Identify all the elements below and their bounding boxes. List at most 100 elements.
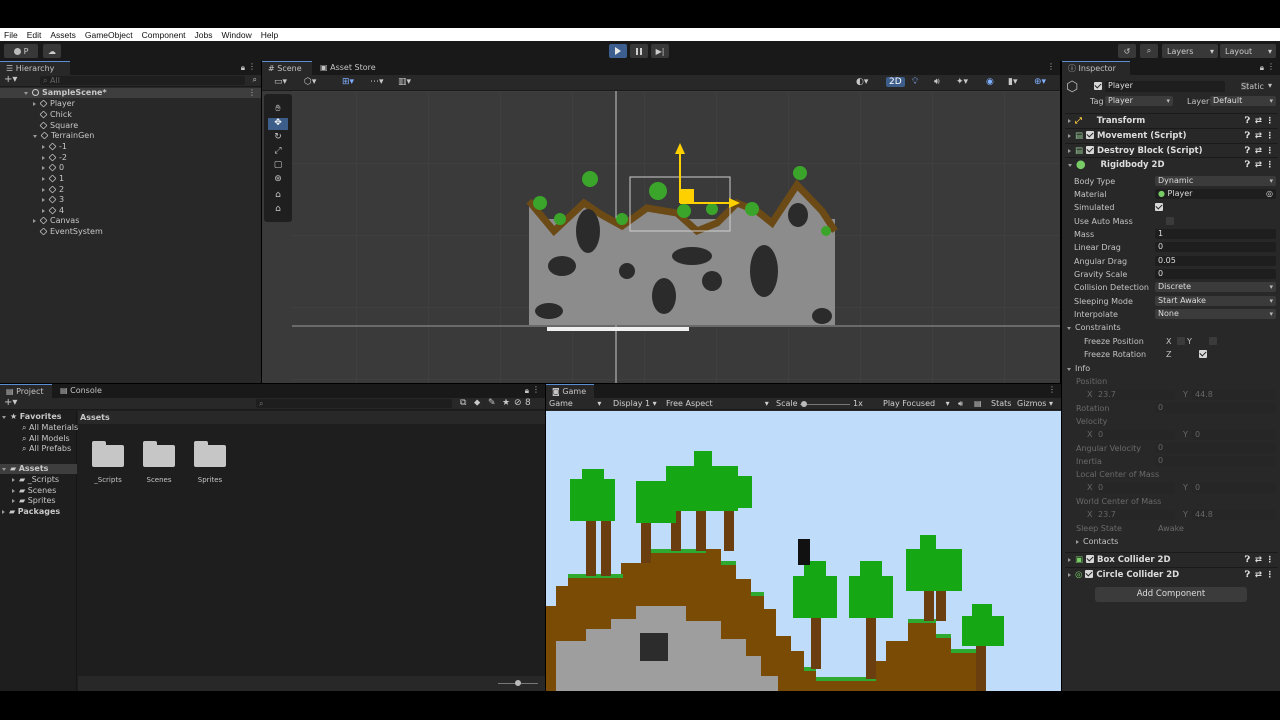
snap-icon[interactable]: ⋯▾ <box>370 77 384 87</box>
game-mode-dropdown[interactable]: Game ▾ <box>549 398 601 410</box>
rotate-tool-icon[interactable]: ↻ <box>268 132 288 144</box>
expand-icon[interactable] <box>2 510 5 514</box>
hierarchy-item-eventsystem[interactable]: EventSystem <box>39 227 103 237</box>
more-icon[interactable]: ⋮ <box>1266 568 1275 582</box>
hierarchy-item-1[interactable]: 1 <box>42 174 64 184</box>
folder-scripts-icon[interactable] <box>92 441 124 467</box>
expand-icon[interactable] <box>33 135 37 138</box>
scene-search-icon[interactable]: ⌕ <box>253 75 257 85</box>
draw-mode-icon[interactable]: ▭▾ <box>274 77 287 87</box>
hidden-packages-icon[interactable]: ⊘ <box>514 398 522 408</box>
menu-file[interactable]: File <box>4 30 18 40</box>
lock-icon[interactable]: 🔒︎ <box>241 63 245 73</box>
more-icon[interactable]: ⋮ <box>1048 385 1056 394</box>
tree-all-materials[interactable]: ⌕ All Materials <box>22 423 78 433</box>
tree-assets[interactable]: ▰ Assets <box>0 464 77 474</box>
hierarchy-item-2[interactable]: 2 <box>42 185 64 195</box>
effects-icon[interactable]: ✦▾ <box>956 77 968 87</box>
info-foldout[interactable]: Info <box>1067 364 1090 373</box>
more-icon[interactable]: ⋮ <box>1267 62 1275 71</box>
gravity-scale-input[interactable]: 0 <box>1155 269 1276 279</box>
preset-icon[interactable]: ⇄ <box>1255 158 1262 172</box>
camera-icon[interactable]: ▮▾ <box>1008 77 1017 87</box>
tag-dropdown[interactable]: Player <box>1105 96 1173 106</box>
favorite-icon[interactable]: ★ <box>502 398 510 408</box>
expand-icon[interactable] <box>42 145 45 149</box>
view-options-icon[interactable]: ⬡▾ <box>304 77 316 87</box>
target-icon[interactable]: ◎ <box>1266 189 1273 199</box>
hand-tool-icon[interactable]: ✋︎ <box>268 104 288 116</box>
layer-dropdown[interactable]: Default <box>1210 96 1276 106</box>
freeze-pos-x-checkbox[interactable] <box>1176 337 1185 345</box>
expand-icon[interactable] <box>42 156 45 160</box>
expand-icon[interactable] <box>1067 368 1071 371</box>
2d-toggle[interactable]: 2D <box>886 77 905 87</box>
auto-mass-checkbox[interactable] <box>1165 217 1174 225</box>
help-icon[interactable]: ❓︎ <box>1245 553 1250 567</box>
enabled-checkbox[interactable] <box>1086 131 1094 139</box>
enabled-checkbox[interactable] <box>1086 146 1094 154</box>
rect-tool-icon[interactable]: ▢ <box>268 160 288 172</box>
more-icon[interactable]: ⋮ <box>1266 114 1275 128</box>
hierarchy-item-terraingen[interactable]: TerrainGen <box>33 131 94 141</box>
expand-icon[interactable] <box>42 188 45 192</box>
expand-icon[interactable] <box>33 102 36 106</box>
expand-icon[interactable] <box>12 489 15 493</box>
mass-input[interactable]: 1 <box>1155 229 1276 239</box>
preset-icon[interactable]: ⇄ <box>1255 553 1262 567</box>
stats-button[interactable]: Stats <box>991 398 1011 410</box>
scale-tool-icon[interactable]: ⤢ <box>268 146 288 158</box>
hierarchy-item-minus2[interactable]: -2 <box>42 153 67 163</box>
folder-scenes-icon[interactable] <box>143 441 175 467</box>
component-rigidbody2d[interactable]: ⬤ Rigidbody 2D ❓︎ ⇄ ⋮ <box>1065 157 1278 171</box>
component-box-collider[interactable]: ▣ Box Collider 2D ❓︎ ⇄ ⋮ <box>1065 552 1278 566</box>
simulated-checkbox[interactable] <box>1155 203 1163 211</box>
hierarchy-item-canvas[interactable]: Canvas <box>33 216 79 226</box>
project-search-input[interactable]: ⌕ <box>256 399 452 408</box>
account-button[interactable]: P <box>4 44 38 58</box>
tab-scene[interactable]: # Scene <box>262 61 312 75</box>
hierarchy-item-minus1[interactable]: -1 <box>42 142 67 152</box>
collision-detection-dropdown[interactable]: Discrete <box>1155 282 1276 292</box>
lock-icon[interactable]: 🔒︎ <box>1260 63 1264 73</box>
menu-component[interactable]: Component <box>142 30 186 40</box>
expand-icon[interactable] <box>33 219 36 223</box>
layers-dropdown[interactable]: Layers ▾ <box>1162 44 1218 58</box>
hierarchy-item-player[interactable]: Player <box>33 99 75 109</box>
material-field[interactable]: ● Player ◎ <box>1155 189 1276 199</box>
more-icon[interactable]: ⋮ <box>248 88 256 98</box>
expand-icon[interactable] <box>42 209 45 213</box>
tree-scripts[interactable]: ▰ _Scripts <box>12 475 59 485</box>
expand-icon[interactable] <box>1068 149 1071 153</box>
tab-inspector[interactable]: ⓘ Inspector <box>1062 61 1130 75</box>
menu-window[interactable]: Window <box>222 30 252 40</box>
contacts-foldout[interactable]: Contacts <box>1076 537 1118 546</box>
help-icon[interactable]: ❓︎ <box>1245 114 1250 128</box>
menu-jobs[interactable]: Jobs <box>195 30 213 40</box>
active-checkbox[interactable] <box>1094 82 1102 90</box>
cloud-button[interactable]: ☁ <box>43 44 61 58</box>
menu-gameobject[interactable]: GameObject <box>85 30 133 40</box>
menu-edit[interactable]: Edit <box>27 30 42 40</box>
tab-hierarchy[interactable]: ☰ Hierarchy <box>0 61 70 75</box>
component-movement[interactable]: ▤ Movement (Script) ❓︎ ⇄ ⋮ <box>1065 128 1278 142</box>
menu-assets[interactable]: Assets <box>50 30 76 40</box>
shading-icon[interactable]: ◐▾ <box>856 77 868 87</box>
tab-project[interactable]: ▤ Project <box>0 384 52 398</box>
expand-icon[interactable] <box>1068 134 1071 138</box>
vsync-icon[interactable]: ▤ <box>974 398 982 410</box>
preset-icon[interactable]: ⇄ <box>1255 114 1262 128</box>
freeze-rot-z-checkbox[interactable] <box>1198 350 1207 358</box>
more-icon[interactable]: ⋮ <box>1266 144 1275 158</box>
expand-icon[interactable] <box>1068 164 1072 167</box>
expand-icon[interactable] <box>1076 540 1079 544</box>
expand-icon[interactable] <box>24 92 28 95</box>
play-focused-dropdown[interactable]: Play Focused ▾ <box>883 398 950 410</box>
more-icon[interactable]: ⋮ <box>532 385 540 394</box>
tree-sprites[interactable]: ▰ Sprites <box>12 496 56 506</box>
help-icon[interactable]: ❓︎ <box>1245 129 1250 143</box>
hierarchy-item-3[interactable]: 3 <box>42 195 64 205</box>
expand-icon[interactable] <box>12 478 15 482</box>
scale-slider-handle[interactable] <box>801 401 807 407</box>
more-icon[interactable]: ⋮ <box>1047 62 1055 71</box>
